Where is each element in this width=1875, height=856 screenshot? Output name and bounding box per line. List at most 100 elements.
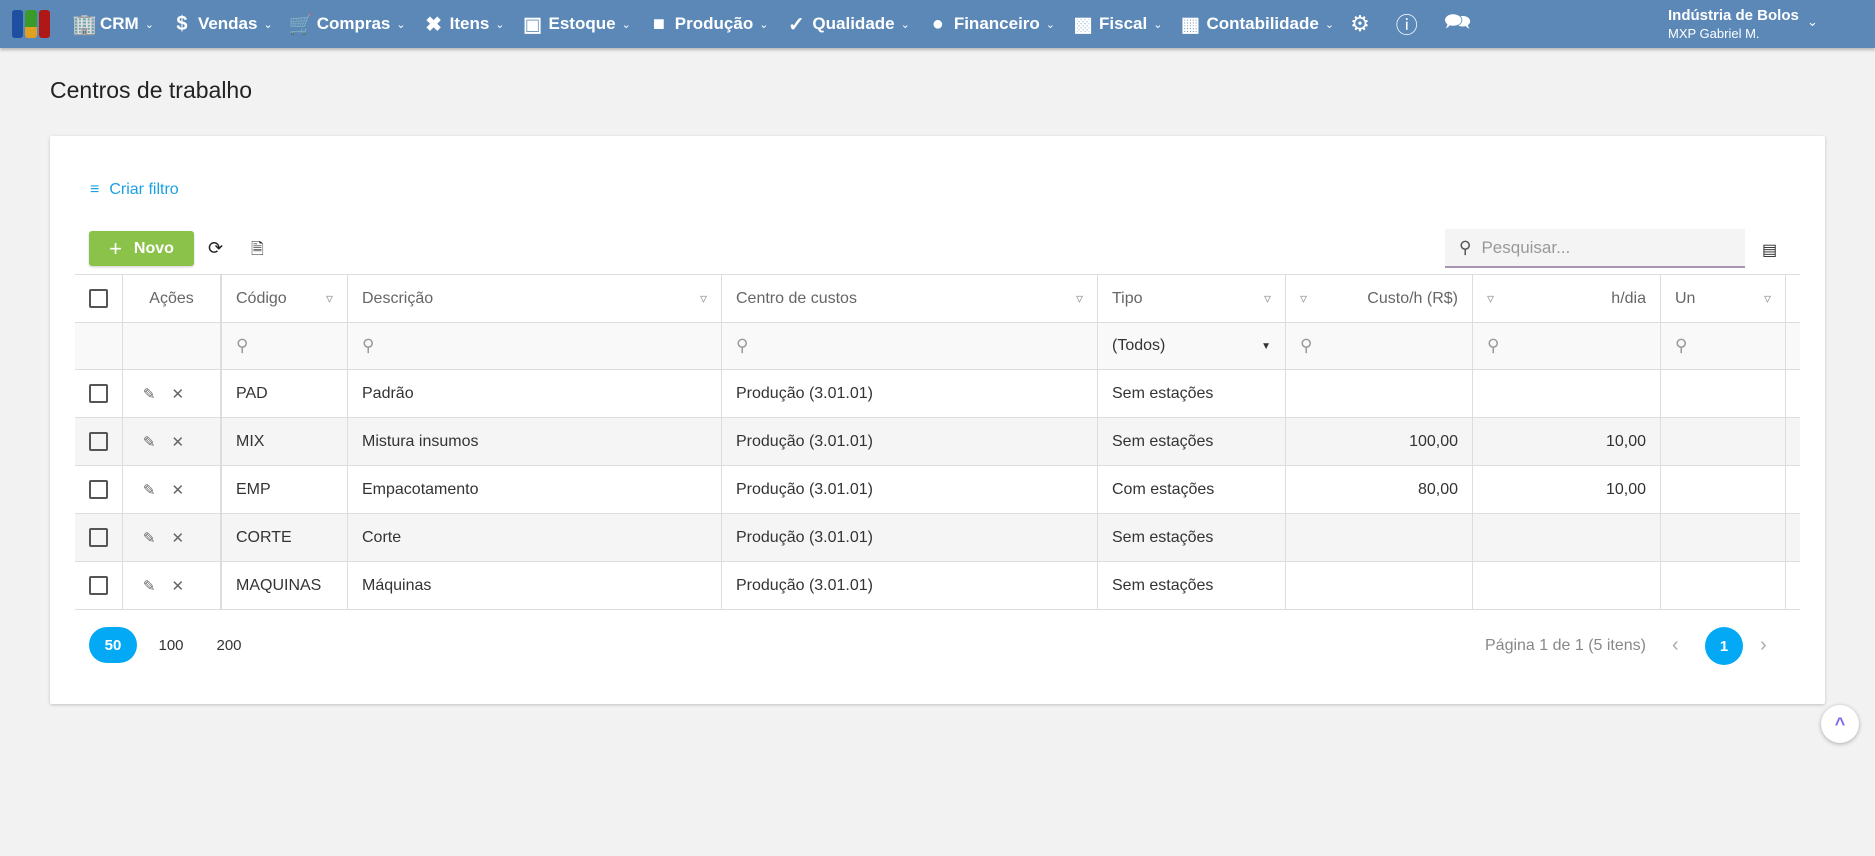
header-h-dia[interactable]: ▿︎ h/dia bbox=[1473, 275, 1661, 322]
header-codigo[interactable]: Código ▿︎ bbox=[222, 275, 348, 322]
cell bbox=[75, 562, 123, 609]
nav-itens[interactable]: ✖ Itens ⌄ bbox=[422, 12, 504, 37]
user-name: MXP Gabriel M. bbox=[1668, 26, 1760, 41]
calculator-icon: ▦ bbox=[1180, 13, 1200, 36]
create-filter-link[interactable]: ≡ Criar filtro bbox=[90, 181, 179, 199]
page-size-200[interactable]: 200 bbox=[205, 627, 253, 663]
filter-extra[interactable]: ⚲ bbox=[1786, 323, 1800, 369]
column-chooser-icon[interactable]: ▤ bbox=[1762, 240, 1777, 260]
column-filter-icon[interactable]: ▿︎ bbox=[326, 290, 333, 307]
delete-icon[interactable]: ✕ bbox=[172, 481, 185, 499]
cell: Produção (3.01.01) bbox=[722, 466, 1098, 513]
header-label: Custo/h (R$) bbox=[1367, 289, 1458, 307]
edit-icon[interactable]: ✎ bbox=[143, 577, 156, 595]
chat-icon[interactable]: 🗪 bbox=[1444, 5, 1471, 43]
header-centro-custos[interactable]: Centro de custos ▿︎ bbox=[722, 275, 1098, 322]
page-size-100[interactable]: 100 bbox=[147, 627, 195, 663]
column-filter-icon[interactable]: ▿︎ bbox=[700, 290, 707, 307]
nav-producao[interactable]: ■ Produção ⌄ bbox=[647, 13, 769, 36]
header-un[interactable]: Un ▿︎ bbox=[1661, 275, 1786, 322]
nav-label: Produção bbox=[674, 14, 754, 33]
cell: Produção (3.01.01) bbox=[722, 418, 1098, 465]
filter-hdia[interactable]: ⚲ bbox=[1473, 323, 1661, 369]
filter-custo[interactable]: ⚲ bbox=[1286, 323, 1473, 369]
column-filter-icon[interactable]: ▿︎ bbox=[1264, 290, 1271, 307]
cell bbox=[1661, 370, 1786, 417]
header-custo-h[interactable]: ▿︎ Custo/h (R$) bbox=[1286, 275, 1473, 322]
header-descricao[interactable]: Descrição ▿︎ bbox=[348, 275, 722, 322]
row-actions: ✎ ✕ bbox=[123, 418, 222, 465]
file-check-icon: ▩ bbox=[1073, 13, 1093, 36]
gear-icon[interactable]: ⚙ bbox=[1350, 11, 1370, 37]
delete-icon[interactable]: ✕ bbox=[172, 433, 185, 451]
column-filter-icon[interactable]: ▿︎ bbox=[1764, 290, 1771, 307]
prev-page-icon[interactable]: ‹ bbox=[1672, 634, 1679, 657]
nav-estoque[interactable]: ▣ Estoque ⌄ bbox=[521, 12, 631, 37]
cell: Corte bbox=[348, 514, 722, 561]
column-filter-icon[interactable]: ▿︎ bbox=[1300, 290, 1307, 307]
header-tipo[interactable]: Tipo ▿︎ bbox=[1098, 275, 1286, 322]
row-checkbox[interactable] bbox=[89, 576, 108, 595]
table-row: ✎ ✕ MAQUINAS Máquinas Produção (3.01.01) Sem … bbox=[75, 562, 1800, 610]
header-label: Ações bbox=[149, 289, 194, 307]
edit-icon[interactable]: ✎ bbox=[143, 433, 156, 451]
cell bbox=[1786, 370, 1800, 417]
header-label: Tipo bbox=[1112, 289, 1143, 307]
page-1-button[interactable]: 1 bbox=[1705, 627, 1743, 665]
chevron-down-icon: ⌄ bbox=[1045, 18, 1056, 31]
refresh-icon[interactable]: ⟳ bbox=[208, 238, 223, 259]
nav-fiscal[interactable]: ▩ Fiscal ⌄ bbox=[1071, 12, 1163, 37]
row-checkbox[interactable] bbox=[89, 432, 108, 451]
cell bbox=[1286, 562, 1473, 609]
cell bbox=[1661, 562, 1786, 609]
centro-value: Produção (3.01.01) bbox=[736, 576, 873, 594]
filter-tipo[interactable]: (Todos) ▼ bbox=[1098, 323, 1286, 369]
cell: Produção (3.01.01) bbox=[722, 562, 1098, 609]
edit-icon[interactable]: ✎ bbox=[143, 529, 156, 547]
row-checkbox[interactable] bbox=[89, 480, 108, 499]
export-file-icon[interactable]: 🗎 bbox=[251, 238, 264, 265]
cell bbox=[1661, 418, 1786, 465]
centro-value: Produção (3.01.01) bbox=[736, 384, 873, 402]
filter-centro[interactable]: ⚲ bbox=[722, 323, 1098, 369]
cell bbox=[1473, 562, 1661, 609]
filter-un[interactable]: ⚲ bbox=[1661, 323, 1786, 369]
content-card: ≡ Criar filtro + Novo ⟳ 🗎 ⚲ Pesquisar... ▤ … bbox=[50, 136, 1825, 704]
nav-qualidade[interactable]: ✓ Qualidade ⌄ bbox=[784, 12, 910, 37]
tipo-value: Sem estações bbox=[1112, 576, 1214, 594]
chevron-down-icon: ⌄ bbox=[263, 18, 273, 31]
search-input[interactable]: ⚲ Pesquisar... bbox=[1445, 229, 1745, 268]
nav-label: Qualidade bbox=[812, 14, 895, 33]
cell bbox=[123, 323, 222, 369]
nav-compras[interactable]: 🛒 Compras ⌄ bbox=[289, 12, 406, 37]
column-filter-icon[interactable]: ▿︎ bbox=[1076, 290, 1083, 307]
column-filter-icon[interactable]: ▿︎ bbox=[1487, 290, 1494, 307]
nav-financeiro[interactable]: ● Financeiro ⌄ bbox=[926, 13, 1055, 36]
next-page-icon[interactable]: › bbox=[1760, 634, 1767, 657]
help-icon[interactable]: ⓘ bbox=[1396, 8, 1418, 40]
new-button[interactable]: + Novo bbox=[89, 231, 194, 266]
delete-icon[interactable]: ✕ bbox=[172, 529, 185, 547]
chevron-down-icon[interactable]: ⌄ bbox=[1807, 14, 1818, 30]
page-size-50[interactable]: 50 bbox=[89, 627, 137, 663]
nav-contabilidade[interactable]: ▦ Contabilidade ⌄ bbox=[1178, 12, 1334, 37]
delete-icon[interactable]: ✕ bbox=[172, 577, 185, 595]
app-logo[interactable] bbox=[12, 10, 50, 38]
codigo-value: MIX bbox=[236, 432, 265, 450]
select-all-checkbox[interactable] bbox=[89, 289, 108, 308]
edit-icon[interactable]: ✎ bbox=[143, 481, 156, 499]
top-navbar: 🏢 CRM ⌄ $ Vendas ⌄ 🛒 Compras ⌄ ✖ Itens ⌄ ▣ Estoque ⌄ ■ P… bbox=[0, 0, 1875, 48]
edit-icon[interactable]: ✎ bbox=[143, 385, 156, 403]
clickup-widget-icon[interactable]: ^ bbox=[1821, 705, 1859, 743]
nav-crm[interactable]: 🏢 CRM ⌄ bbox=[72, 12, 154, 37]
delete-icon[interactable]: ✕ bbox=[172, 385, 185, 403]
row-checkbox[interactable] bbox=[89, 528, 108, 547]
filter-codigo[interactable]: ⚲ bbox=[222, 323, 348, 369]
company-selector[interactable]: Indústria de Bolos MXP Gabriel M. bbox=[1668, 7, 1799, 41]
tipo-value: Sem estações bbox=[1112, 528, 1214, 546]
descricao-value: Empacotamento bbox=[362, 480, 479, 498]
nav-vendas[interactable]: $ Vendas ⌄ bbox=[170, 13, 273, 36]
filter-descricao[interactable]: ⚲ bbox=[348, 323, 722, 369]
row-checkbox[interactable] bbox=[89, 384, 108, 403]
search-icon: ⚲ bbox=[1675, 336, 1688, 355]
